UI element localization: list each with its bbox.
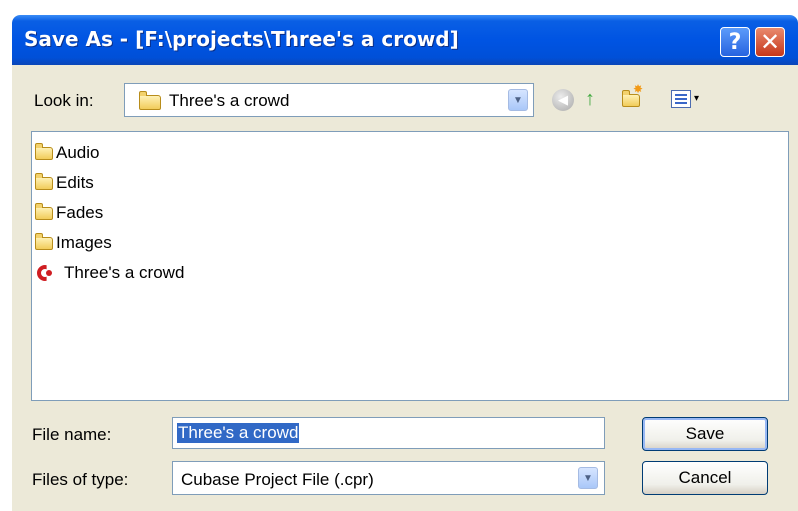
list-item-label: Three's a crowd bbox=[64, 263, 185, 282]
look-in-dropdown[interactable]: Three's a crowd ▼ bbox=[124, 83, 534, 117]
file-name-label: File name: bbox=[32, 425, 112, 444]
new-folder-icon[interactable] bbox=[622, 83, 643, 107]
look-in-value: Three's a crowd bbox=[169, 91, 290, 110]
cancel-button[interactable]: Cancel bbox=[642, 461, 768, 495]
chevron-down-icon[interactable]: ▼ bbox=[578, 467, 598, 489]
file-type-dropdown[interactable]: Cubase Project File (.cpr) ▼ bbox=[172, 461, 605, 495]
folder-icon bbox=[35, 203, 53, 220]
list-item-label: Fades bbox=[56, 203, 104, 222]
list-item-label: Audio bbox=[56, 143, 100, 162]
help-button[interactable]: ? bbox=[720, 27, 750, 57]
file-name-input[interactable]: Three's a crowd bbox=[172, 417, 605, 449]
file-name-value: Three's a crowd bbox=[177, 423, 300, 443]
back-icon[interactable]: ◀ bbox=[552, 89, 574, 111]
list-item-label: Edits bbox=[56, 173, 94, 192]
chevron-down-icon[interactable]: ▼ bbox=[508, 89, 528, 111]
file-type-label: Files of type: bbox=[32, 470, 129, 489]
look-in-label: Look in: bbox=[34, 91, 94, 110]
views-dropdown-arrow-icon[interactable]: ▾ bbox=[694, 94, 699, 104]
window-title: Save As - [F:\projects\Three's a crowd] bbox=[24, 27, 459, 51]
folder-icon bbox=[139, 91, 161, 110]
views-menu-icon[interactable] bbox=[671, 90, 691, 108]
folder-icon bbox=[35, 173, 53, 190]
cubase-project-icon bbox=[37, 265, 53, 281]
title-bar[interactable]: Save As - [F:\projects\Three's a crowd] … bbox=[12, 15, 798, 65]
save-button[interactable]: Save bbox=[642, 417, 768, 451]
folder-icon bbox=[35, 143, 53, 160]
list-item-label: Images bbox=[56, 233, 112, 252]
file-list[interactable]: Audio Edits Fades Images Three's a crowd bbox=[31, 131, 789, 401]
folder-icon bbox=[35, 233, 53, 250]
close-button[interactable]: ✕ bbox=[755, 27, 785, 57]
save-as-dialog: Save As - [F:\projects\Three's a crowd] … bbox=[12, 15, 798, 511]
up-folder-icon[interactable]: ↑ bbox=[585, 87, 595, 111]
file-type-value: Cubase Project File (.cpr) bbox=[181, 470, 374, 489]
